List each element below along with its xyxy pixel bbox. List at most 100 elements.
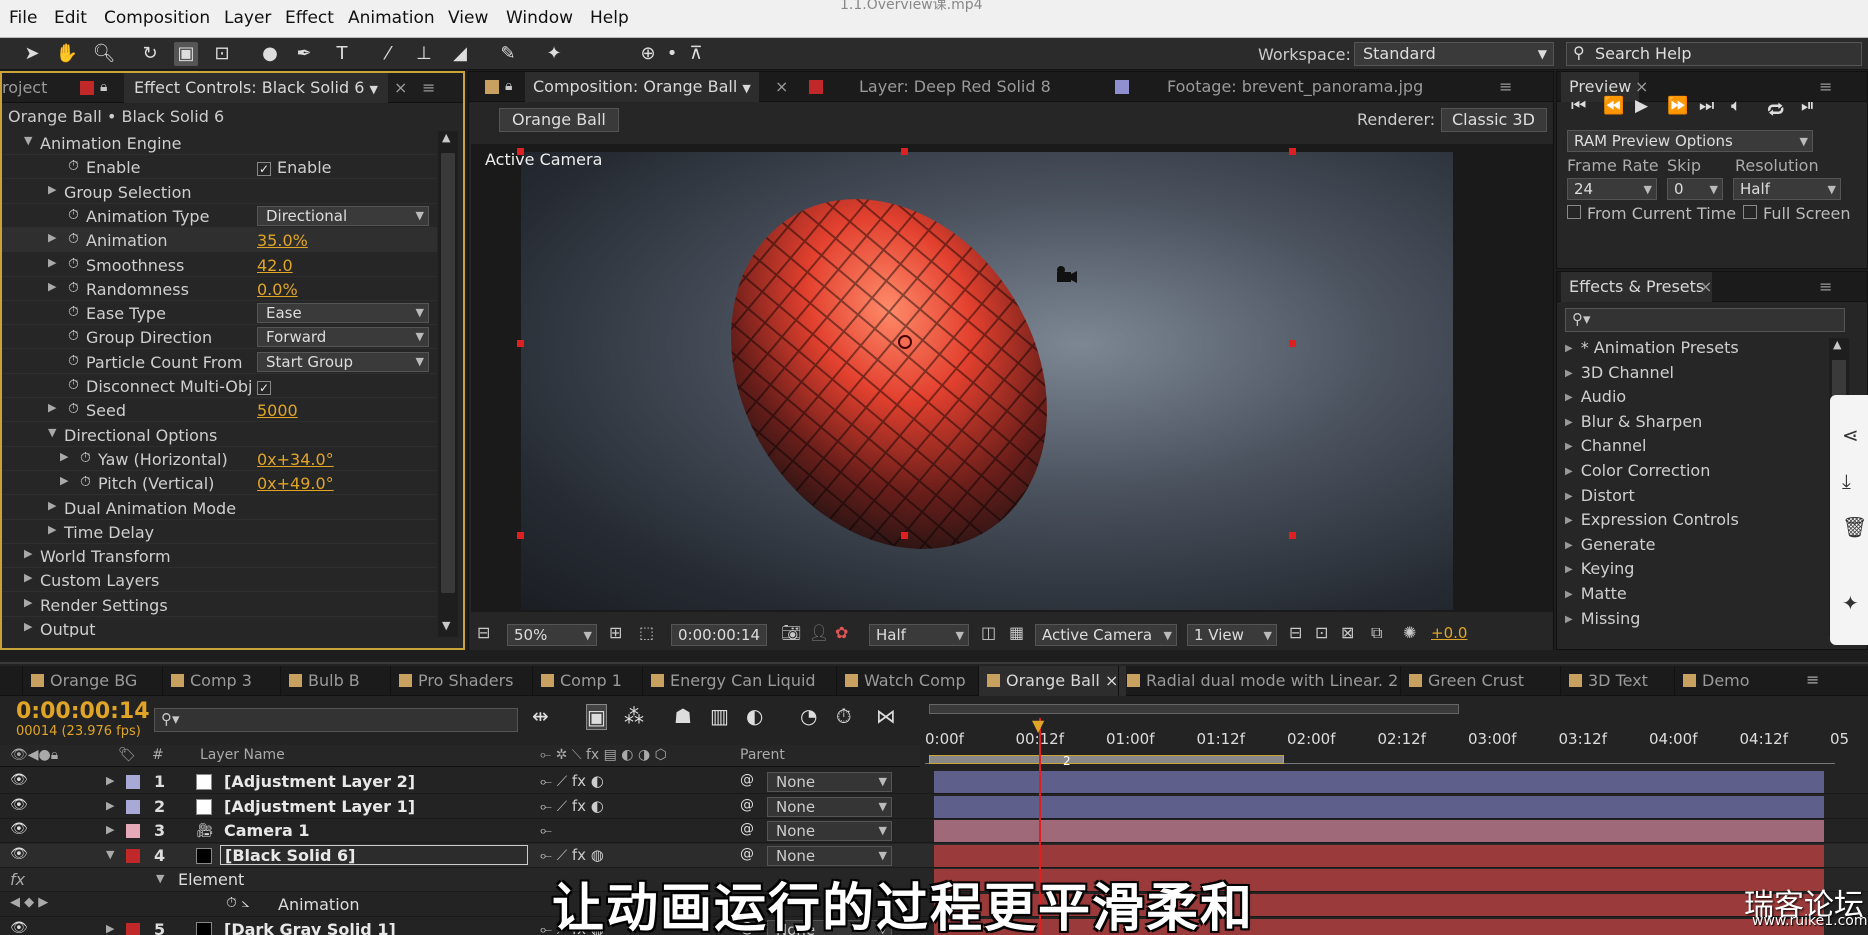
menu-composition[interactable]: Composition: [104, 8, 210, 28]
layer-name[interactable]: [Adjustment Layer 1]: [224, 797, 415, 816]
panel-menu-icon[interactable]: ≡: [1819, 272, 1832, 302]
stopwatch-icon[interactable]: ⏱: [80, 474, 91, 490]
visibility-eye-icon[interactable]: 👁︎: [10, 920, 28, 935]
full-screen-checkbox[interactable]: Full Screen: [1743, 204, 1850, 223]
draft-3d-icon[interactable]: ⁂: [624, 704, 644, 728]
view-axis-mode-icon[interactable]: ⊼: [684, 42, 708, 66]
layer-duration-bar[interactable]: [934, 771, 1824, 793]
magnification-select[interactable]: 50%: [507, 624, 597, 646]
motion-blur-icon[interactable]: ◐: [746, 704, 763, 728]
property-value[interactable]: 35.0%: [257, 231, 308, 250]
playhead-icon[interactable]: ▼: [1032, 716, 1044, 735]
work-area-navigator[interactable]: [929, 704, 1459, 714]
label-color-swatch[interactable]: [126, 824, 140, 839]
effect-property-row[interactable]: ▶ ⏱ Animation 35.0%: [2, 228, 437, 253]
label-color-swatch[interactable]: [126, 922, 140, 935]
fast-preview-icon[interactable]: ⊡: [1315, 623, 1328, 642]
resolution-select[interactable]: Half: [869, 624, 969, 646]
comp-mini-flowchart-icon[interactable]: ⇹: [532, 704, 549, 728]
menu-help[interactable]: Help: [590, 8, 629, 28]
column-parent[interactable]: Parent: [740, 747, 785, 763]
from-current-time-checkbox[interactable]: From Current Time: [1567, 204, 1736, 223]
effect-property-row[interactable]: ⏱ Animation Type Directional: [2, 204, 437, 228]
grid-icon[interactable]: ⊞: [609, 623, 622, 642]
comp-name-button[interactable]: Orange Ball: [499, 108, 619, 132]
effect-property-row[interactable]: ▼ Animation Engine: [2, 131, 437, 155]
expanded-triangle-icon[interactable]: ▼: [156, 872, 164, 885]
effects-search-input[interactable]: ⚲▾: [1565, 308, 1845, 332]
effects-category-item[interactable]: Distort: [1565, 486, 1635, 505]
always-preview-icon[interactable]: ⊟: [477, 623, 490, 642]
scroll-up-icon[interactable]: ▲: [442, 131, 450, 144]
effect-property-row[interactable]: ⏱ Particle Count From Start Group: [2, 350, 437, 374]
effects-category-item[interactable]: Color Correction: [1565, 461, 1711, 480]
layer-name[interactable]: [Black Solid 6]: [220, 844, 528, 865]
effect-property-row[interactable]: ▶ Time Delay: [2, 520, 437, 544]
type-tool-icon[interactable]: T: [330, 42, 354, 66]
collapsed-triangle-icon[interactable]: ▶: [106, 922, 114, 935]
ram-preview-icon[interactable]: ⏯: [1801, 96, 1815, 116]
timeline-icon[interactable]: ⊠: [1341, 623, 1354, 642]
comp-viewer[interactable]: Active Camera: [471, 144, 1553, 612]
graph-editor-icon[interactable]: ⋈: [876, 704, 896, 728]
menu-animation[interactable]: Animation: [348, 8, 435, 28]
effects-category-item[interactable]: Keying: [1565, 559, 1635, 578]
collapsed-triangle-icon[interactable]: ▶: [48, 401, 56, 414]
visibility-eye-icon[interactable]: 👁︎: [10, 772, 28, 788]
label-color-swatch[interactable]: [126, 848, 140, 863]
tab-effects-presets[interactable]: Effects & Presets: [1561, 272, 1713, 302]
panel-menu-icon[interactable]: ≡: [422, 73, 435, 103]
timeline-tab[interactable]: Orange Ball ×: [978, 666, 1127, 696]
property-value[interactable]: 0x+34.0°: [257, 450, 334, 469]
menu-view[interactable]: View: [448, 8, 488, 28]
brainstorm-icon[interactable]: ◔: [800, 704, 817, 728]
label-color-swatch[interactable]: [126, 799, 140, 814]
table-row[interactable]: 👁︎ ▶ 3 🎥︎ Camera 1 ⟜ @ None: [0, 819, 1868, 844]
visibility-eye-icon[interactable]: 👁︎: [10, 821, 28, 837]
previous-frame-icon[interactable]: ⏪: [1603, 96, 1624, 116]
world-axis-mode-icon[interactable]: •: [660, 42, 684, 66]
skip-select[interactable]: 0: [1667, 178, 1723, 200]
resolution-select[interactable]: Half: [1733, 178, 1841, 200]
parent-select[interactable]: None: [767, 821, 892, 842]
zoom-tool-icon[interactable]: 🔍︎: [92, 42, 116, 66]
effect-property-row[interactable]: ▶ Custom Layers: [2, 568, 437, 593]
layer-search-input[interactable]: ⚲▾: [154, 708, 518, 732]
effect-property-row[interactable]: ⏱ Group Direction Forward: [2, 325, 437, 350]
collapsed-triangle-icon[interactable]: ▶: [48, 523, 56, 536]
table-row[interactable]: 👁︎ ▼ 4 [Black Solid 6] ⟜ ⟋ fx ◍ @ None: [0, 843, 1868, 868]
effect-property-row[interactable]: ▶ ⏱ Smoothness 42.0: [2, 253, 437, 277]
scroll-up-icon[interactable]: ▲: [1833, 338, 1841, 351]
layer-name[interactable]: Camera 1: [224, 821, 309, 840]
property-value[interactable]: 0x+49.0°: [257, 474, 334, 493]
stopwatch-icon[interactable]: ⏱: [68, 231, 79, 247]
timeline-tab[interactable]: Bulb B: [280, 666, 368, 696]
collapsed-triangle-icon[interactable]: ▶: [106, 823, 114, 836]
layer-duration-bar[interactable]: [934, 795, 1824, 818]
effect-property-row[interactable]: ▶ World Transform: [2, 544, 437, 569]
collapsed-triangle-icon[interactable]: ▶: [60, 474, 68, 487]
collapsed-triangle-icon[interactable]: ▶: [48, 280, 56, 293]
tab-effect-controls[interactable]: Effect Controls: Black Solid 6 ▼: [124, 73, 388, 103]
effect-property-row[interactable]: ▶ ⏱ Seed 5000: [2, 398, 437, 423]
renderer-select[interactable]: Classic 3D: [1441, 108, 1547, 132]
panel-menu-icon[interactable]: ≡: [1806, 670, 1819, 689]
tab-composition[interactable]: Composition: Orange Ball ▼: [525, 72, 759, 102]
effects-category-item[interactable]: Matte: [1565, 584, 1627, 603]
shy-layers-icon[interactable]: ☗: [674, 704, 692, 728]
frame-rate-select[interactable]: 24: [1567, 178, 1657, 200]
stopwatch-icon[interactable]: ⏱: [68, 256, 79, 272]
menu-effect[interactable]: Effect: [285, 8, 334, 28]
share-icon[interactable]: ⋖: [1842, 423, 1859, 447]
pin-icon[interactable]: ✦: [1842, 591, 1859, 615]
timeline-tab[interactable]: Pro Shaders: [390, 666, 521, 696]
puppet-pin-tool-icon[interactable]: ✦: [542, 42, 566, 66]
layer-switches[interactable]: ⟜ ⟋ fx ◐: [540, 772, 604, 790]
download-icon[interactable]: ⤓: [1842, 469, 1851, 493]
layer-duration-bar[interactable]: [934, 820, 1824, 843]
first-frame-icon[interactable]: ⏮: [1571, 96, 1586, 116]
hand-tool-icon[interactable]: ✋: [55, 42, 79, 66]
eraser-tool-icon[interactable]: ◢: [448, 42, 472, 66]
pick-whip-icon[interactable]: @: [740, 821, 754, 837]
rotate-tool-icon[interactable]: ↻: [138, 42, 162, 66]
